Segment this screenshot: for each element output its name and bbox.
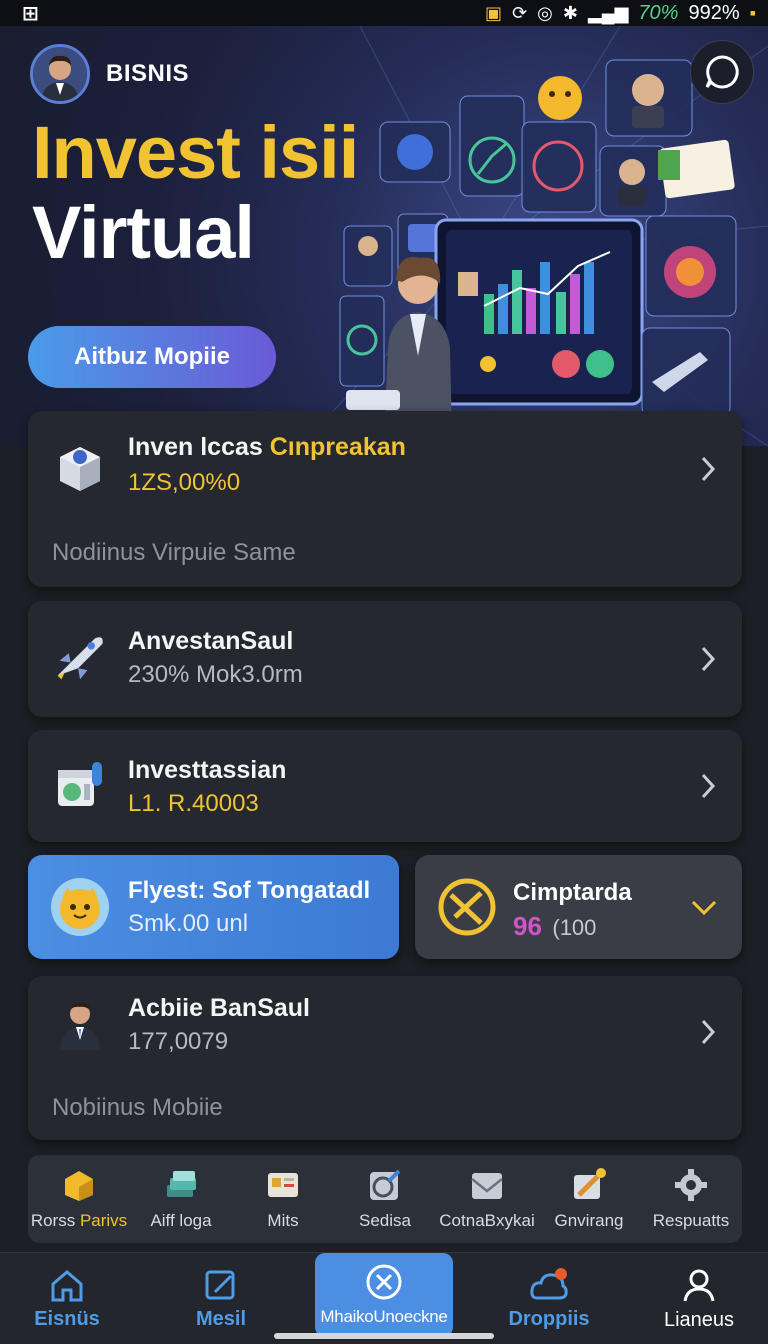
promo-sub: Smk.00 unl xyxy=(128,910,249,937)
shortcut-label: Sedisa xyxy=(359,1211,411,1230)
storage-readout: 992% xyxy=(688,1,740,24)
card-note: Nobiinus Mobiie xyxy=(52,1094,223,1121)
notification-icon: ▪ xyxy=(749,2,756,23)
shortcut-item[interactable]: Mits xyxy=(232,1155,334,1243)
battery-saver-icon: ▣ xyxy=(485,2,503,23)
hero-headline-primary: Invest isii xyxy=(32,111,359,194)
nav-label: Mesil xyxy=(195,1307,247,1330)
avatar[interactable] xyxy=(30,44,90,104)
card-value: L1. R.40003 xyxy=(128,790,259,817)
id-card-icon xyxy=(268,1173,298,1197)
rocket-icon xyxy=(52,629,108,685)
hero-headline-secondary: Virtual xyxy=(32,191,255,274)
cloud-icon xyxy=(530,1267,568,1299)
home-indicator[interactable] xyxy=(274,1333,494,1339)
nav-label: Eisnüs xyxy=(34,1307,100,1330)
shortcut-item[interactable]: Aiff loga xyxy=(130,1155,232,1243)
brand-header: BISNIS xyxy=(30,44,189,104)
investment-card-3[interactable]: Investtassian L1. R.40003 xyxy=(28,730,742,842)
safe-icon xyxy=(52,756,108,812)
gold-box-icon xyxy=(65,1171,93,1201)
home-icon xyxy=(51,1269,83,1301)
profile-photo xyxy=(33,47,87,101)
card-note: Nodiinus Virpuie Same xyxy=(52,539,296,566)
chevron-down-icon[interactable] xyxy=(690,899,718,917)
signal-icon: ▂▄▆ xyxy=(587,2,629,23)
person-icon xyxy=(52,996,108,1052)
pencil-card-icon xyxy=(574,1168,606,1199)
investment-card-2[interactable]: AnvestanSaul 230% Mok3.0rm xyxy=(28,601,742,717)
shortcut-label: Mits xyxy=(267,1211,299,1230)
card-title: Inven lccas Cınpreakan xyxy=(128,433,406,461)
chevron-right-icon xyxy=(701,1019,716,1045)
mascot-icon xyxy=(50,877,110,942)
promo-score: 96 (100 xyxy=(513,911,596,942)
card-value: 1ZS,00%0 xyxy=(128,469,241,496)
card-value: 230% Mok3.0rm xyxy=(128,661,303,688)
sim-card-icon: ⊞ xyxy=(22,2,39,25)
bluetooth-icon: ✱ xyxy=(562,2,578,23)
sync-icon: ⟳ xyxy=(512,2,528,23)
inbox-icon xyxy=(471,1173,503,1199)
shortcut-label: Respuatts xyxy=(652,1211,730,1230)
card-value: 177,0079 xyxy=(128,1028,229,1055)
user-icon xyxy=(683,1269,715,1301)
investment-card-1[interactable]: Inven lccas Cınpreakan 1ZS,00%0 Nodiinus… xyxy=(28,411,742,587)
status-bar: ⊞ ▣ ⟳ ◎ ✱ ▂▄▆ 70% 992% ▪ xyxy=(0,0,768,26)
promo-score-total: (100 xyxy=(552,915,597,940)
status-icons: ▣ ⟳ ◎ ✱ ▂▄▆ 70% 992% ▪ xyxy=(485,2,756,25)
shortcut-bar: Rorss Parivs Aiff loga Mits Sedisa Cotna… xyxy=(28,1155,742,1243)
chat-bubble-icon xyxy=(705,55,739,89)
shortcut-label: CotnaBxykai xyxy=(439,1211,535,1230)
chat-button[interactable] xyxy=(690,40,754,104)
chevron-right-icon xyxy=(701,646,716,672)
chevron-right-icon xyxy=(701,773,716,799)
nav-home[interactable]: Eisnüs xyxy=(18,1253,116,1344)
cash-stack-icon xyxy=(167,1171,196,1197)
close-circle-icon xyxy=(366,1264,402,1300)
shortcut-label: Rorss Parivs xyxy=(30,1211,128,1230)
investment-card-4[interactable]: Acbiie BanSaul 177,0079 Nobiinus Mobiie xyxy=(28,976,742,1140)
shortcut-item[interactable]: Respuatts xyxy=(640,1155,742,1243)
nav-center-action[interactable]: MhaikoUnoeckne xyxy=(315,1253,453,1337)
shortcut-item[interactable]: CotnaBxykai xyxy=(436,1155,538,1243)
edit-icon xyxy=(205,1270,235,1299)
nav-label: Lianeus xyxy=(663,1308,735,1331)
chevron-right-icon xyxy=(701,456,716,482)
promo-title: Flyest: Sof Tongatadl xyxy=(128,877,371,904)
shortcut-item[interactable]: Sedisa xyxy=(334,1155,436,1243)
shortcut-label: Aiff loga xyxy=(150,1211,212,1230)
card-title: AnvestanSaul xyxy=(128,627,294,655)
shortcut-item[interactable]: Gnvirang xyxy=(538,1155,640,1243)
nav-mesil[interactable]: Mesil xyxy=(172,1253,270,1344)
nav-profile[interactable]: Lianeus xyxy=(650,1253,748,1344)
battery-percent: 70% xyxy=(638,1,679,24)
shortcut-item[interactable]: Rorss Parivs xyxy=(28,1155,130,1243)
card-title: Acbiie BanSaul xyxy=(128,994,310,1022)
promo-title: Cimptarda xyxy=(513,879,632,906)
nav-droppiis[interactable]: Droppiis xyxy=(500,1253,598,1344)
brand-name: BISNIS xyxy=(106,60,190,87)
nav-label: Droppiis xyxy=(508,1307,590,1330)
cube-icon xyxy=(52,441,108,497)
gear-icon xyxy=(675,1169,707,1201)
nav-label: MhaikoUnoeckne xyxy=(320,1307,448,1326)
bottom-navigation: Eisnüs Mesil MhaikoUnoeckne Droppiis Lia… xyxy=(0,1252,768,1344)
edit-disc-icon xyxy=(370,1169,401,1200)
alarm-icon: ◎ xyxy=(537,2,553,23)
promo-score-value: 96 xyxy=(513,911,542,941)
hero-cta-button[interactable]: Aitbuz Mopiie xyxy=(28,326,276,388)
shortcut-label: Gnvirang xyxy=(554,1211,624,1230)
hero-banner: BISNIS Invest isii Virtual Aitbuz Mopiie xyxy=(0,26,768,446)
card-title: Investtassian xyxy=(128,756,287,784)
promo-card-blue[interactable]: Flyest: Sof Tongatadl Smk.00 unl xyxy=(28,855,399,959)
promo-card-gray[interactable]: Cimptarda 96 (100 xyxy=(415,855,742,959)
target-icon xyxy=(437,877,497,942)
